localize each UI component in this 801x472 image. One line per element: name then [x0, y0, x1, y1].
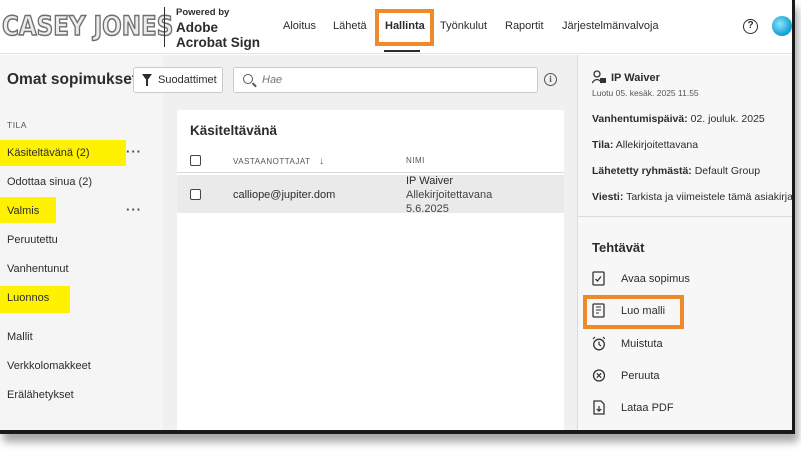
- task-label: Peruuta: [621, 370, 660, 382]
- task-label: Lataa PDF: [621, 402, 674, 414]
- status-section-label: TILA: [7, 120, 27, 130]
- nav-raportit[interactable]: Raportit: [505, 20, 544, 32]
- sidebar-item-kasiteltavana[interactable]: Käsiteltävänä (2): [7, 147, 90, 159]
- detail-created-date: Luotu 05. kesäk. 2025 11.55: [592, 88, 699, 98]
- logo-text: CASEY JONES: [1, 11, 174, 42]
- info-icon[interactable]: i: [544, 73, 557, 86]
- group-label: Lähetetty ryhmästä:: [592, 165, 692, 177]
- sidebar-item-verkkolomakkeet[interactable]: Verkkolomakkeet: [7, 360, 91, 372]
- more-options-icon[interactable]: ···: [126, 144, 142, 159]
- brand-name-line2: Acrobat Sign: [176, 34, 261, 50]
- detail-title: IP Waiver: [611, 72, 660, 84]
- filters-button[interactable]: Suodattimet: [133, 67, 223, 93]
- more-options-icon[interactable]: ···: [126, 202, 142, 217]
- help-icon[interactable]: ?: [743, 19, 758, 34]
- user-avatar[interactable]: [772, 16, 792, 36]
- group-value: Default Group: [694, 165, 761, 177]
- page-title: Omat sopimukset: [7, 71, 138, 88]
- list-title: Käsiteltävänä: [190, 123, 278, 138]
- detail-group: Lähetetty ryhmästä: Default Group: [592, 165, 760, 177]
- detail-divider: [577, 216, 792, 217]
- expiry-value: 02. jouluk. 2025: [690, 113, 765, 125]
- message-value: Tarkista ja viimeistele tämä asiakirja.: [626, 191, 795, 203]
- nav-jarjestelmanvalvoja[interactable]: Järjestelmänvalvoja: [562, 20, 659, 32]
- cancel-circle-icon: [592, 369, 605, 382]
- row-agreement-date: 5.6.2025: [406, 203, 449, 215]
- search-input[interactable]: [262, 72, 522, 88]
- task-label: Muistuta: [621, 338, 663, 350]
- document-check-icon: [592, 271, 605, 286]
- sidebar-item-mallit[interactable]: Mallit: [7, 331, 33, 343]
- nav-tyonkulut[interactable]: Työnkulut: [440, 20, 487, 32]
- recipients-header-label: VASTAANOTTAJAT: [233, 157, 311, 166]
- column-header-recipients[interactable]: VASTAANOTTAJAT ↓: [233, 156, 325, 167]
- sidebar-item-eralahetykset[interactable]: Erälähetykset: [7, 389, 74, 401]
- highlight-box-luo-malli: [583, 295, 684, 329]
- filters-button-label: Suodattimet: [158, 74, 217, 86]
- detail-message: Viesti: Tarkista ja viimeistele tämä asi…: [592, 191, 795, 203]
- adobe-sign-brand: Powered by Adobe Acrobat Sign: [176, 8, 260, 50]
- brand-powered-by: Powered by: [176, 7, 230, 18]
- row-checkbox[interactable]: [190, 189, 201, 200]
- status-value: Allekirjoitettavana: [615, 139, 699, 151]
- detail-expiry: Vanhentumispäivä: 02. jouluk. 2025: [592, 113, 765, 125]
- tasks-title: Tehtävät: [592, 240, 645, 255]
- sort-arrow-icon: ↓: [319, 156, 325, 167]
- highlight-box-hallinta: [375, 9, 434, 46]
- company-logo: CASEY JONES: [1, 11, 174, 42]
- app-window: CASEY JONES Powered by Adobe Acrobat Sig…: [0, 0, 795, 434]
- nav-laheta[interactable]: Lähetä: [333, 20, 367, 32]
- active-nav-indicator: [384, 50, 420, 52]
- message-label: Viesti:: [592, 191, 624, 203]
- row-agreement-name: IP Waiver: [406, 175, 454, 187]
- row-agreement-status: Allekirjoitettavana: [406, 189, 493, 201]
- brand-separator: [164, 7, 165, 47]
- brand-name-line1: Adobe: [176, 19, 218, 35]
- alarm-clock-icon: [592, 336, 605, 351]
- download-pdf-icon: [593, 400, 605, 415]
- search-icon: [243, 74, 253, 84]
- column-header-name[interactable]: NIMI: [406, 156, 425, 165]
- nav-aloitus[interactable]: Aloitus: [283, 20, 316, 32]
- row-recipient: calliope@jupiter.dom: [233, 189, 336, 201]
- sidebar-item-luonnos[interactable]: Luonnos: [7, 292, 49, 304]
- sidebar-item-odottaa-sinua[interactable]: Odottaa sinua (2): [7, 176, 92, 188]
- task-label: Avaa sopimus: [621, 273, 690, 285]
- sidebar-item-peruutettu[interactable]: Peruutettu: [7, 234, 58, 246]
- search-box: [233, 67, 538, 93]
- sidebar-item-vanhentunut[interactable]: Vanhentunut: [7, 263, 69, 275]
- sidebar-item-valmis[interactable]: Valmis: [7, 205, 39, 217]
- select-all-checkbox[interactable]: [190, 155, 201, 166]
- table-header-divider: [177, 172, 564, 173]
- expiry-label: Vanhentumispäivä:: [592, 113, 688, 125]
- status-label: Tila:: [592, 139, 614, 151]
- filter-icon-stem: [146, 80, 148, 86]
- detail-status: Tila: Allekirjoitettavana: [592, 139, 698, 151]
- user-lock-icon: [592, 70, 606, 84]
